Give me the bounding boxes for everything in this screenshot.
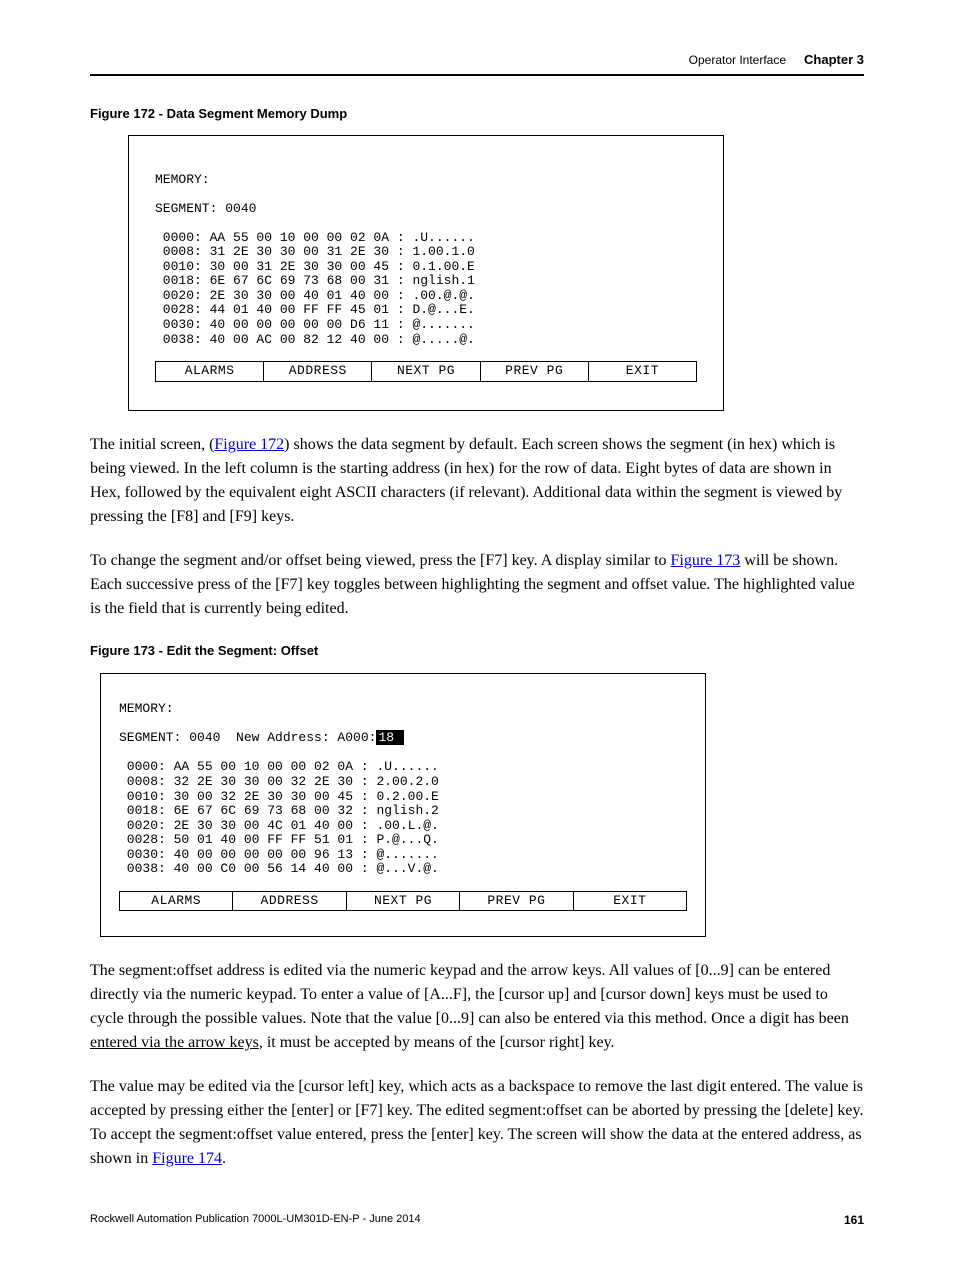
dump-row: 0018: 6E 67 6C 69 73 68 00 31 : nglish.1	[155, 273, 475, 288]
figure-173-link[interactable]: Figure 173	[671, 552, 741, 569]
publication-info: Rockwell Automation Publication 7000L-UM…	[90, 1211, 421, 1229]
exit-button[interactable]: EXIT	[589, 362, 697, 381]
address-button[interactable]: ADDRESS	[233, 892, 346, 911]
body-paragraph-1: The initial screen, (Figure 172) shows t…	[90, 433, 864, 529]
dump-row: 0010: 30 00 32 2E 30 30 00 45 : 0.2.00.E	[119, 789, 439, 804]
function-key-row: ALARMS ADDRESS NEXT PG PREV PG EXIT	[155, 361, 697, 382]
dump-row: 0030: 40 00 00 00 00 00 96 13 : @.......	[119, 847, 439, 862]
exit-button[interactable]: EXIT	[574, 892, 687, 911]
figure-172-caption: Figure 172 - Data Segment Memory Dump	[90, 104, 864, 124]
dump-row: 0008: 32 2E 30 30 00 32 2E 30 : 2.00.2.0	[119, 774, 439, 789]
next-pg-button[interactable]: NEXT PG	[347, 892, 460, 911]
page-footer: Rockwell Automation Publication 7000L-UM…	[90, 1211, 864, 1229]
dump-row: 0020: 2E 30 30 00 40 01 40 00 : .00.@.@.	[155, 288, 475, 303]
page-number: 161	[844, 1211, 864, 1229]
segment-line: SEGMENT: 0040	[155, 201, 256, 216]
header-section: Operator Interface	[689, 51, 786, 69]
body-paragraph-4: The value may be edited via the [cursor …	[90, 1075, 864, 1171]
offset-edit-field[interactable]: 18	[376, 730, 403, 745]
dump-row: 0038: 40 00 AC 00 82 12 40 00 : @.....@.	[155, 332, 475, 347]
segment-line: SEGMENT: 0040 New Address: A000:18	[119, 730, 404, 745]
dump-row: 0028: 50 01 40 00 FF FF 51 01 : P.@...Q.	[119, 832, 439, 847]
header-chapter: Chapter 3	[804, 50, 864, 70]
dump-row: 0018: 6E 67 6C 69 73 68 00 32 : nglish.2	[119, 803, 439, 818]
body-paragraph-3: The segment:offset address is edited via…	[90, 959, 864, 1055]
prev-pg-button[interactable]: PREV PG	[460, 892, 573, 911]
dump-row: 0010: 30 00 31 2E 30 30 00 45 : 0.1.00.E	[155, 259, 475, 274]
dump-row: 0030: 40 00 00 00 00 00 D6 11 : @.......	[155, 317, 475, 332]
body-paragraph-2: To change the segment and/or offset bein…	[90, 549, 864, 621]
underlined-text: entered via the arrow keys	[90, 1034, 259, 1051]
memory-dump-screen-172: MEMORY: SEGMENT: 0040 0000: AA 55 00 10 …	[128, 135, 724, 411]
figure-173-caption: Figure 173 - Edit the Segment: Offset	[90, 641, 864, 661]
screen-title: MEMORY:	[119, 701, 174, 716]
figure-172-link[interactable]: Figure 172	[214, 436, 284, 453]
dump-row: 0038: 40 00 C0 00 56 14 40 00 : @...V.@.	[119, 861, 439, 876]
memory-dump-screen-173: MEMORY: SEGMENT: 0040 New Address: A000:…	[100, 673, 706, 937]
alarms-button[interactable]: ALARMS	[120, 892, 233, 911]
next-pg-button[interactable]: NEXT PG	[372, 362, 480, 381]
dump-row: 0020: 2E 30 30 00 4C 01 40 00 : .00.L.@.	[119, 818, 439, 833]
prev-pg-button[interactable]: PREV PG	[481, 362, 589, 381]
dump-row: 0008: 31 2E 30 30 00 31 2E 30 : 1.00.1.0	[155, 244, 475, 259]
alarms-button[interactable]: ALARMS	[156, 362, 264, 381]
dump-row: 0028: 44 01 40 00 FF FF 45 01 : D.@...E.	[155, 302, 475, 317]
figure-174-link[interactable]: Figure 174	[152, 1150, 222, 1167]
page-header: Operator Interface Chapter 3	[90, 50, 864, 76]
dump-row: 0000: AA 55 00 10 00 00 02 0A : .U......	[155, 230, 475, 245]
address-button[interactable]: ADDRESS	[264, 362, 372, 381]
function-key-row: ALARMS ADDRESS NEXT PG PREV PG EXIT	[119, 891, 687, 912]
screen-title: MEMORY:	[155, 172, 210, 187]
dump-row: 0000: AA 55 00 10 00 00 02 0A : .U......	[119, 759, 439, 774]
